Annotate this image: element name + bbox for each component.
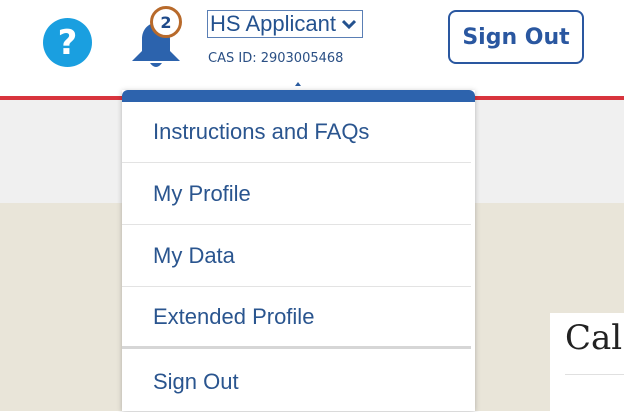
dropdown-pointer-icon — [295, 82, 301, 86]
notification-count-badge[interactable]: 2 — [150, 6, 182, 38]
partial-heading: Cal — [565, 318, 623, 358]
cas-id-label: CAS ID: 2903005468 — [208, 51, 344, 66]
menu-item-instructions-and-faqs[interactable]: Instructions and FAQs — [122, 102, 471, 163]
dropdown-header-bar — [122, 90, 475, 102]
sign-out-button[interactable]: Sign Out — [448, 10, 584, 64]
user-menu-button[interactable]: HS Applicant — [207, 10, 363, 38]
user-name: HS Applicant — [210, 11, 336, 36]
menu-item-sign-out[interactable]: Sign Out — [122, 351, 471, 412]
menu-item-extended-profile[interactable]: Extended Profile — [122, 288, 471, 349]
help-icon[interactable]: ? — [43, 18, 92, 67]
user-dropdown-menu: Instructions and FAQs My Profile My Data… — [122, 90, 475, 411]
heading-divider — [565, 374, 624, 375]
chevron-down-icon — [341, 19, 356, 29]
menu-item-my-data[interactable]: My Data — [122, 226, 471, 287]
menu-item-my-profile[interactable]: My Profile — [122, 164, 471, 225]
